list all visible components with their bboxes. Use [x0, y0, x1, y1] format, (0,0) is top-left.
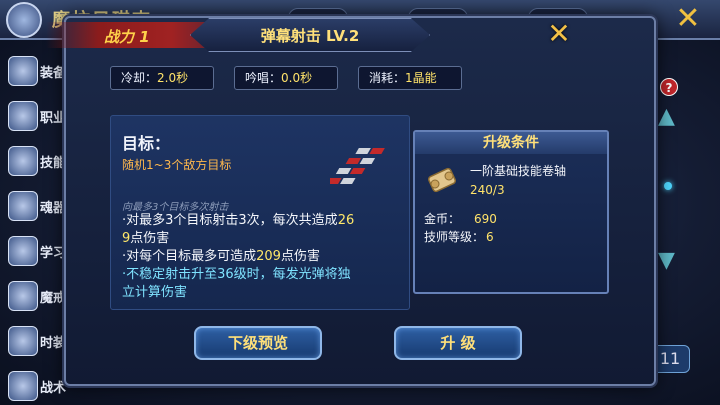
- sidebar-item-label: 装备: [40, 66, 67, 81]
- sidebar-item-label: 战术: [40, 381, 67, 396]
- chant-value: 0.0秒: [281, 71, 313, 85]
- cost-stat: 消耗：1晶能: [358, 66, 462, 90]
- gold-requirement: 金币： 690: [424, 212, 497, 226]
- sidebar-item-tactics[interactable]: 战术: [4, 367, 66, 405]
- target-title: 目标：: [122, 134, 171, 153]
- level-requirement: 技师等级： 6: [424, 230, 494, 244]
- cost-label: 消耗：: [369, 71, 406, 85]
- target-description: 随机1~3个敌方目标: [122, 158, 232, 172]
- skill-book-icon: [8, 146, 38, 176]
- sidebar-item-label: 魂器: [40, 201, 67, 216]
- upgrade-title: 升级条件: [483, 135, 539, 151]
- chant-label: 吟唱：: [245, 71, 282, 85]
- sidebar-item-study[interactable]: 学习: [4, 232, 66, 272]
- chevron-down-icon[interactable]: ▼: [658, 248, 675, 273]
- power-label: 战力 1: [104, 28, 150, 46]
- cooldown-label: 冷却：: [121, 71, 158, 85]
- skill-title: 弹幕射击 LV.2: [260, 27, 360, 45]
- help-icon[interactable]: ?: [660, 78, 678, 96]
- effect-line: ·对每个目标最多可造成209点伤害: [122, 249, 320, 264]
- required-item-count: 240/3: [470, 183, 505, 197]
- chant-stat: 吟唱：0.0秒: [234, 66, 338, 90]
- tactics-icon: [8, 371, 38, 401]
- cost-value: 1晶能: [405, 71, 437, 85]
- sidebar-item-soul[interactable]: 魂器: [4, 187, 66, 227]
- study-book-icon: [8, 236, 38, 266]
- required-item-name: 一阶基础技能卷轴: [470, 164, 567, 178]
- chevron-up-icon[interactable]: ▲: [658, 104, 675, 129]
- sidebar-item-fashion[interactable]: 时装: [4, 322, 66, 362]
- cooldown-value: 2.0秒: [157, 71, 189, 85]
- sidebar-item-equipment[interactable]: 装备: [4, 52, 66, 92]
- sidebar-item-label: 魔戒: [40, 291, 67, 306]
- sidebar-item-skills[interactable]: 技能: [4, 142, 66, 182]
- close-icon[interactable]: ✕: [672, 4, 704, 36]
- class-icon: [8, 101, 38, 131]
- skill-subtitle: 向最多3个目标多次射击: [122, 202, 229, 213]
- gold-value: 690: [474, 212, 497, 226]
- next-level-preview-button[interactable]: 下级预览: [194, 326, 322, 360]
- guild-emblem-icon: [6, 2, 42, 38]
- sidebar-item-label: 职业: [40, 111, 67, 126]
- costume-icon: [8, 326, 38, 356]
- indicator-dot-icon: [664, 182, 672, 190]
- sidebar-item-label: 学习: [40, 246, 67, 261]
- barrage-skill-icon: [330, 148, 385, 184]
- effect-line: 立计算伤害: [122, 285, 188, 300]
- upgrade-button[interactable]: 升 级: [394, 326, 522, 360]
- sidebar-item-label: 技能: [40, 156, 67, 171]
- effect-line: 9点伤害: [122, 231, 170, 246]
- cooldown-stat: 冷却：2.0秒: [110, 66, 214, 90]
- soul-orb-icon: [8, 191, 38, 221]
- level-value: 6: [486, 230, 494, 244]
- sidebar: 装备 职业 技能 魂器 学习 魔戒 时装 战术: [4, 52, 66, 405]
- effect-line: ·对最多3个目标射击3次，每次共造成26: [122, 213, 355, 228]
- skill-scroll-icon[interactable]: [426, 164, 458, 196]
- sidebar-item-ring[interactable]: 魔戒: [4, 277, 66, 317]
- equipment-icon: [8, 56, 38, 86]
- sidebar-item-class[interactable]: 职业: [4, 97, 66, 137]
- side-button[interactable]: 11: [650, 345, 690, 373]
- ring-icon: [8, 281, 38, 311]
- skill-effects: ·对最多3个目标射击3次，每次共造成26 9点伤害 ·对每个目标最多可造成209…: [122, 212, 406, 302]
- sidebar-item-label: 时装: [40, 336, 67, 351]
- effect-line: ·不稳定射击升至36级时，每发光弹将独: [122, 267, 351, 282]
- close-icon[interactable]: ✕: [544, 20, 574, 50]
